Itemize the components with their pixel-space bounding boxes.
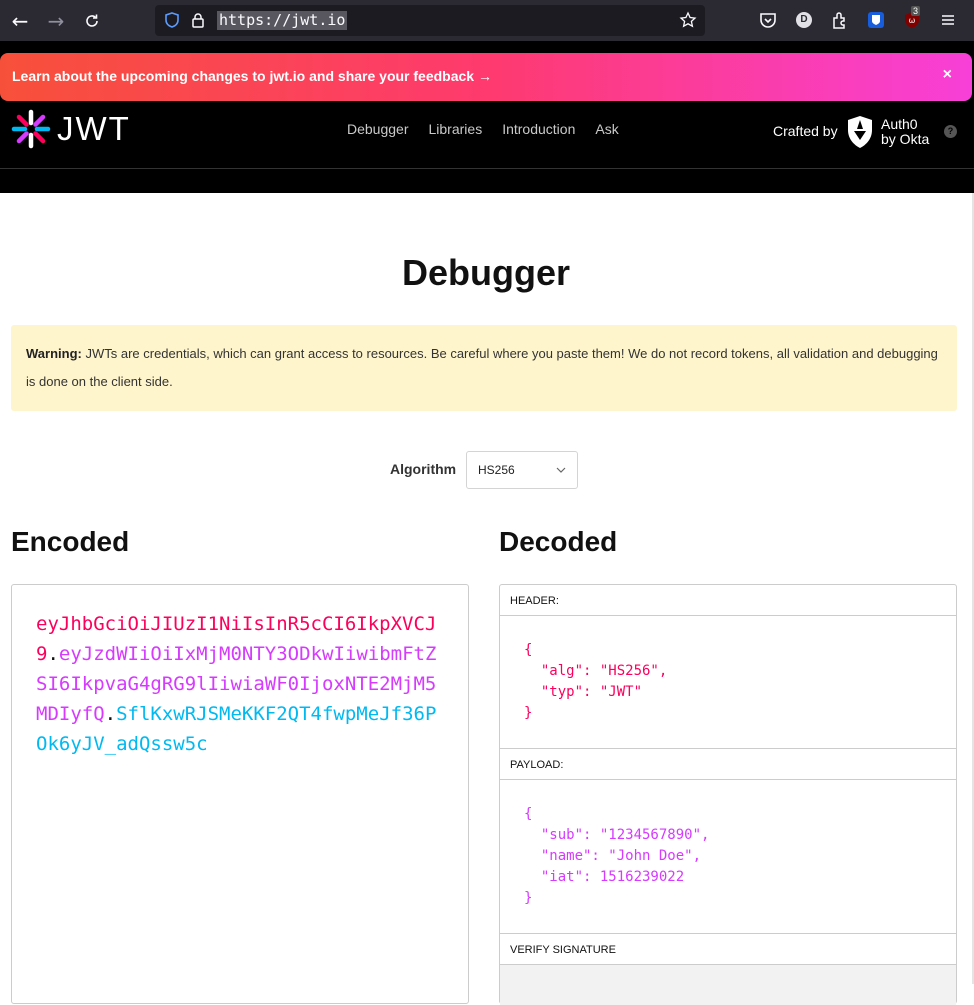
reload-button[interactable] — [79, 8, 105, 34]
header-divider — [0, 168, 974, 169]
lock-icon[interactable] — [189, 11, 207, 29]
chevron-down-icon — [556, 467, 566, 473]
payload-json-editor[interactable]: { "sub": "1234567890", "name": "John Doe… — [500, 780, 956, 934]
forward-button[interactable]: → — [43, 8, 69, 34]
nav-debugger[interactable]: Debugger — [347, 121, 409, 137]
site-header: JWT Debugger Libraries Introduction Ask … — [0, 101, 974, 168]
warning-text: JWTs are credentials, which can grant ac… — [26, 346, 938, 389]
close-banner-button[interactable]: × — [943, 66, 952, 84]
banner-text[interactable]: Learn about the upcoming changes to jwt.… — [12, 68, 492, 84]
arrow-right-icon: → — [477, 68, 492, 84]
nav-introduction[interactable]: Introduction — [502, 121, 575, 137]
logo-text[interactable]: JWT — [57, 110, 131, 148]
algorithm-label: Algorithm — [390, 461, 457, 477]
jwt-logo-icon — [11, 109, 51, 149]
crafted-by-label: Crafted by — [773, 123, 838, 139]
feedback-banner[interactable]: Learn about the upcoming changes to jwt.… — [0, 53, 972, 101]
payload-section-label: PAYLOAD: — [500, 749, 956, 780]
verify-signature-body[interactable] — [500, 965, 956, 1005]
back-button[interactable]: ← — [7, 8, 33, 34]
browser-toolbar: ← → https://jwt.io D ω 3 — [0, 0, 974, 41]
address-bar[interactable]: https://jwt.io — [155, 5, 705, 36]
encoded-title: Encoded — [11, 526, 130, 557]
menu-icon[interactable] — [938, 10, 958, 30]
token-dot: . — [47, 643, 59, 665]
ublock-badge: 3 — [911, 6, 921, 16]
token-dot: . — [104, 703, 117, 725]
shield-icon[interactable] — [163, 11, 181, 29]
nav-ask[interactable]: Ask — [595, 121, 618, 137]
auth0-brand[interactable]: Auth0 by Okta — [881, 117, 929, 147]
extensions-icon[interactable] — [830, 10, 850, 30]
encoded-token-editor[interactable]: eyJhbGciOiJIUzI1NiIsInR5cCI6IkpXVCJ9.eyJ… — [11, 584, 469, 1004]
warning-box: Warning: JWTs are credentials, which can… — [11, 325, 957, 411]
jwt-logo[interactable] — [11, 109, 51, 154]
page-title: Debugger — [401, 252, 570, 293]
algorithm-value: HS256 — [478, 463, 515, 477]
help-icon[interactable]: ? — [944, 125, 957, 138]
pocket-icon[interactable] — [758, 10, 778, 30]
main-nav: Debugger Libraries Introduction Ask — [347, 121, 619, 137]
algorithm-select[interactable]: HS256 — [466, 451, 578, 489]
verify-signature-label: VERIFY SIGNATURE — [500, 934, 956, 965]
reload-icon — [86, 14, 98, 27]
auth0-shield-icon[interactable] — [846, 115, 874, 149]
header-section-label: HEADER: — [500, 585, 956, 616]
decoded-panel: HEADER: { "alg": "HS256", "typ": "JWT" }… — [499, 584, 957, 1005]
svg-text:ω: ω — [909, 16, 916, 25]
nav-libraries[interactable]: Libraries — [429, 121, 483, 137]
bitwarden-icon[interactable] — [866, 10, 886, 30]
url-text[interactable]: https://jwt.io — [217, 11, 348, 30]
bookmark-star-icon[interactable] — [679, 11, 697, 29]
profile-avatar[interactable]: D — [796, 12, 812, 28]
warning-label: Warning: — [26, 346, 82, 361]
header-json-editor[interactable]: { "alg": "HS256", "typ": "JWT" } — [500, 616, 956, 749]
decoded-title: Decoded — [499, 526, 618, 557]
